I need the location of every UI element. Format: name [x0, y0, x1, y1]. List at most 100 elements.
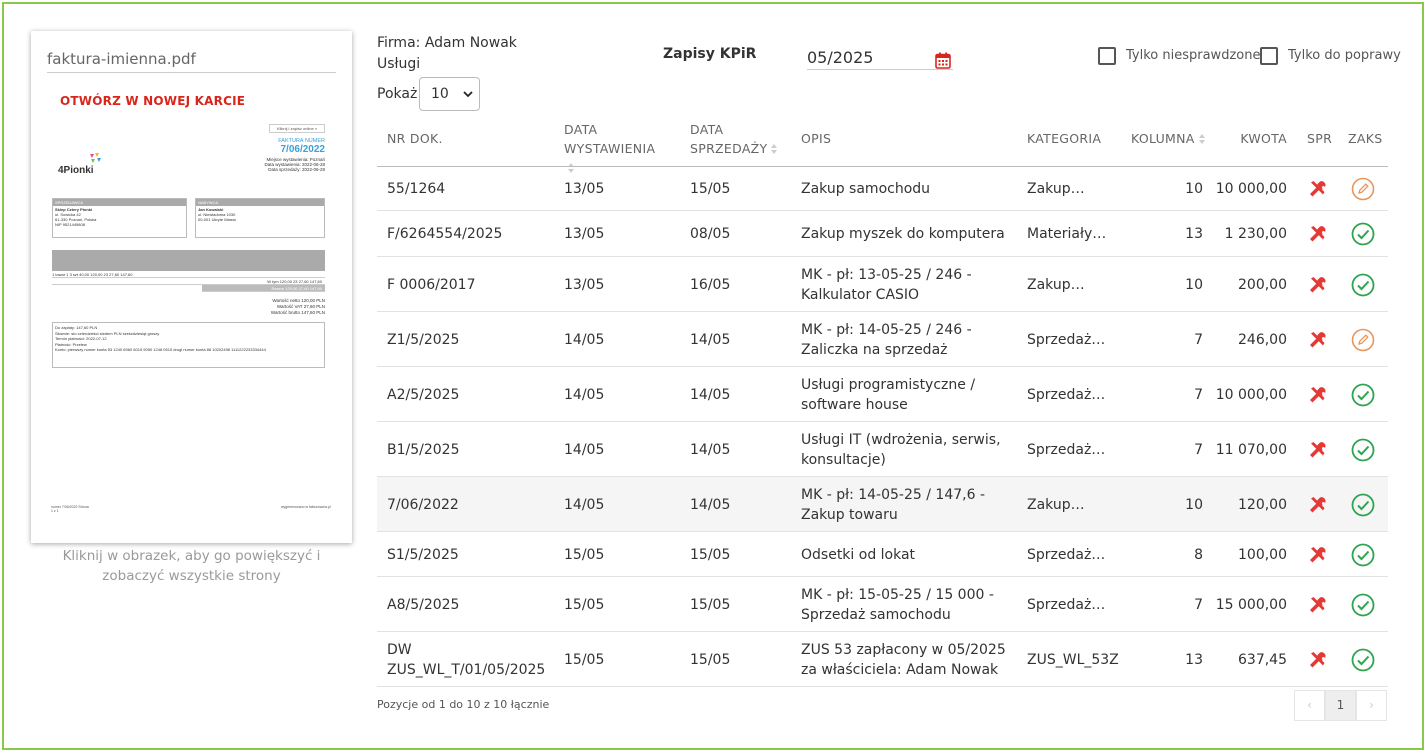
chevron-down-icon [463, 91, 473, 98]
tools-icon[interactable] [1306, 177, 1330, 201]
page-size-select[interactable]: 10 [419, 77, 480, 111]
row-data-wystawienia: 15/05 [564, 596, 605, 613]
tools-icon[interactable] [1306, 648, 1330, 672]
company-name: Firma: Adam Nowak [377, 35, 517, 51]
table-row[interactable]: F 0006/2017 13/05 16/05 MK - pł: 13-05-25 /… [377, 257, 1388, 312]
table-row[interactable]: F/6264554/2025 13/05 08/05 Zakup myszek do … [377, 211, 1388, 257]
preview-wtym-row: W tym 120,00 23 27,60 147,60 [52, 278, 325, 285]
preview-payment-box: Do zapłaty: 147,60 PLN Słownie: sto czte… [52, 322, 325, 368]
table-row[interactable]: Z1/5/2025 14/05 14/05 MK - pł: 14-05-25 / 2… [377, 312, 1388, 367]
sort-icon [1198, 134, 1205, 144]
row-kategoria: Sprzedaż… [1027, 331, 1106, 348]
row-data-wystawienia: 14/05 [564, 496, 605, 513]
row-kwota: 100,00 [1238, 546, 1287, 563]
row-kategoria: ZUS_WL_53Z [1027, 651, 1119, 668]
edit-pencil-icon[interactable] [1351, 328, 1375, 352]
row-opis: Zakup samochodu [801, 181, 931, 197]
row-opis: Zakup myszek do komputera [801, 226, 1005, 242]
row-opis: MK - pł: 13-05-25 / 246 - Kalkulator CAS… [801, 266, 972, 303]
col-header-kolumna-label: KOLUMNA [1131, 131, 1195, 146]
row-kategoria: Zakup… [1027, 276, 1085, 293]
table-row[interactable]: S1/5/2025 15/05 15/05 Odsetki od lokat Sprze… [377, 532, 1388, 577]
tools-icon[interactable] [1306, 222, 1330, 246]
check-circle-icon[interactable] [1351, 648, 1375, 672]
unchecked-only-checkbox[interactable] [1098, 47, 1116, 65]
row-data-sprzedazy: 15/05 [690, 546, 731, 563]
tools-icon[interactable] [1306, 543, 1330, 567]
col-header-kolumna[interactable]: KOLUMNA [1131, 129, 1206, 148]
preview-buyer-header: NABYWCA [196, 199, 324, 206]
row-kategoria: Sprzedaż… [1027, 441, 1106, 458]
row-kwota: 10 000,00 [1215, 181, 1287, 197]
col-header-kwota[interactable]: KWOTA [1227, 129, 1287, 148]
row-opis: MK - pł: 14-05-25 / 246 - Zaliczka na sp… [801, 321, 972, 358]
check-circle-icon[interactable] [1351, 493, 1375, 517]
row-data-sprzedazy: 15/05 [690, 651, 731, 668]
next-page-button[interactable]: › [1356, 690, 1387, 721]
check-circle-icon[interactable] [1351, 273, 1375, 297]
preview-items-table: 1 towar 1 3 szt 40,00 120,00 23 27,60 14… [52, 250, 325, 300]
page-1-button[interactable]: 1 [1325, 690, 1356, 721]
table-row[interactable]: B1/5/2025 14/05 14/05 Usługi IT (wdrożenia,… [377, 422, 1388, 477]
row-nr-dok: F 0006/2017 [387, 276, 476, 293]
row-kwota: 200,00 [1238, 276, 1287, 293]
edit-pencil-icon[interactable] [1351, 177, 1375, 201]
row-kwota: 246,00 [1238, 331, 1287, 348]
col-header-kategoria[interactable]: KATEGORIA [1027, 129, 1101, 148]
preview-seller-line: NIP 9521449808 [55, 222, 85, 227]
tools-icon[interactable] [1306, 438, 1330, 462]
row-data-sprzedazy: 15/05 [690, 181, 731, 197]
invoice-preview[interactable]: faktura-imienna.pdf OTWÓRZ W NOWEJ KARCI… [31, 31, 352, 543]
table-row[interactable]: A8/5/2025 15/05 15/05 MK - pł: 15-05-25 / 1… [377, 577, 1388, 632]
row-nr-dok: 55/1264 [387, 181, 446, 197]
check-circle-icon[interactable] [1351, 383, 1375, 407]
tools-icon[interactable] [1306, 273, 1330, 297]
row-data-wystawienia: 13/05 [564, 226, 605, 242]
check-circle-icon[interactable] [1351, 222, 1375, 246]
table-row[interactable]: 55/1264 13/05 15/05 Zakup samochodu Zakup… 10… [377, 167, 1388, 211]
row-opis: Odsetki od lokat [801, 546, 916, 563]
table-row[interactable]: DW ZUS_WL_T/01/05/2025 15/05 15/05 ZUS 53 z… [377, 632, 1388, 687]
row-kolumna: 10 [1185, 181, 1203, 197]
row-kwota: 10 000,00 [1215, 386, 1287, 403]
table-row[interactable]: 7/06/2022 14/05 14/05 MK - pł: 14-05-25 / 1… [377, 477, 1388, 532]
row-opis: Usługi IT (wdrożenia, serwis, konsultacj… [801, 431, 1001, 468]
tools-icon[interactable] [1306, 328, 1330, 352]
preview-item-row: 1 towar 1 3 szt 40,00 120,00 23 27,60 14… [52, 271, 325, 278]
tools-icon[interactable] [1306, 593, 1330, 617]
table-row[interactable]: A2/5/2025 14/05 14/05 Usługi programistyczn… [377, 367, 1388, 422]
check-circle-icon[interactable] [1351, 543, 1375, 567]
row-kategoria: Materiały… [1027, 226, 1107, 242]
tools-icon[interactable] [1306, 493, 1330, 517]
page-size-label: Pokaż [377, 86, 418, 102]
col-header-nr[interactable]: NR DOK. [387, 129, 443, 148]
row-opis: ZUS 53 zapłacony w 05/2025 za właściciel… [801, 641, 1006, 678]
to-fix-only-label: Tylko do poprawy [1288, 48, 1401, 63]
prev-page-button[interactable]: ‹ [1294, 690, 1325, 721]
row-data-wystawienia: 15/05 [564, 546, 605, 563]
check-circle-icon[interactable] [1351, 438, 1375, 462]
row-nr-dok: Z1/5/2025 [387, 331, 460, 348]
col-header-sprzedazy[interactable]: DATA SPRZEDAŻY [690, 120, 780, 158]
row-data-wystawienia: 15/05 [564, 651, 605, 668]
row-kolumna: 10 [1185, 496, 1203, 513]
row-opis: Usługi programistyczne / software house [801, 376, 976, 413]
row-opis: MK - pł: 14-05-25 / 147,6 - Zakup towaru [801, 486, 985, 523]
period-input[interactable]: 05/2025 [807, 48, 953, 70]
row-kolumna: 7 [1194, 386, 1203, 403]
row-kategoria: Zakup… [1027, 496, 1085, 513]
row-data-sprzedazy: 14/05 [690, 441, 731, 458]
row-data-sprzedazy: 16/05 [690, 276, 731, 293]
calendar-icon[interactable] [935, 52, 951, 69]
row-kolumna: 13 [1185, 651, 1203, 668]
col-header-opis[interactable]: OPIS [801, 129, 831, 148]
row-data-sprzedazy: 14/05 [690, 331, 731, 348]
check-circle-icon[interactable] [1351, 593, 1375, 617]
preview-buyer-box: NABYWCA Jan Kowalski ul. Niewiadoma 1030… [195, 198, 325, 238]
open-new-tab-link[interactable]: OTWÓRZ W NOWEJ KARCIE [60, 94, 245, 108]
col-header-zaks: ZAKS [1348, 131, 1383, 146]
tools-icon[interactable] [1306, 383, 1330, 407]
preview-footer-left: numer 7/06/2022 Strona 1 z 1 [51, 505, 89, 513]
row-nr-dok: DW ZUS_WL_T/01/05/2025 [387, 641, 546, 678]
to-fix-only-checkbox[interactable] [1260, 47, 1278, 65]
